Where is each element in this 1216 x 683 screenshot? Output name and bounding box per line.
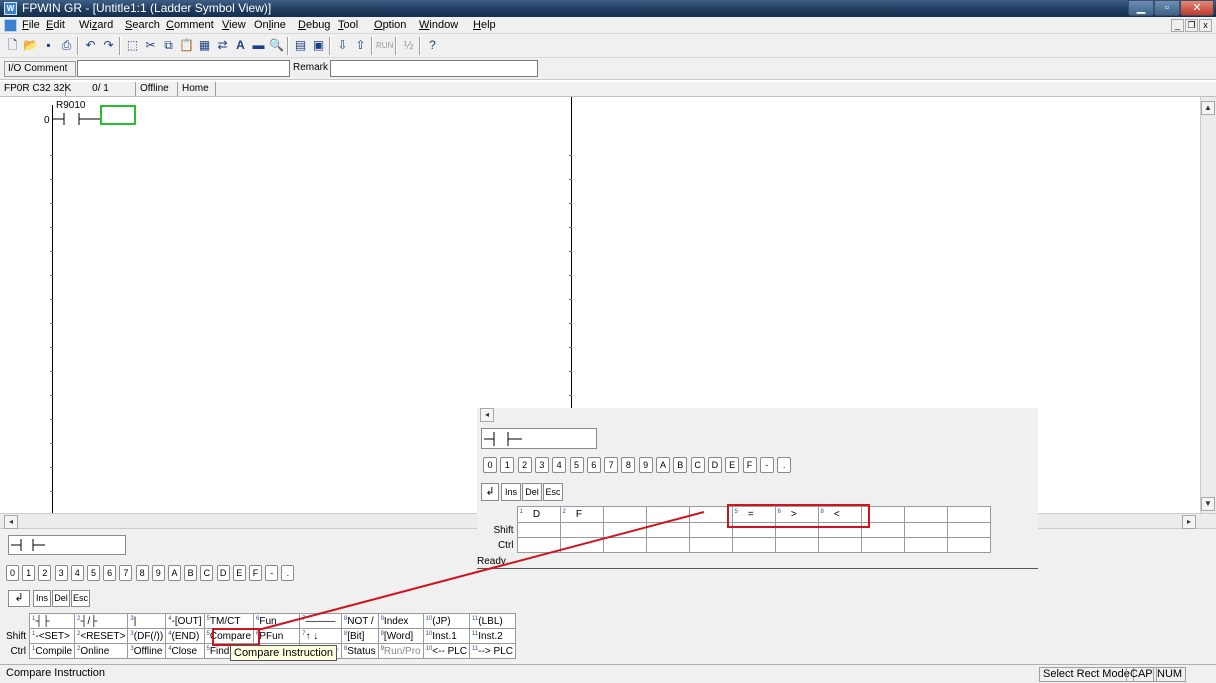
pointer-arrow-line [257,511,705,631]
status-bar: Compare Instruction Select Rect Mode CAP… [0,664,1216,683]
status-message: Compare Instruction [6,667,106,679]
select-mode-indicator: Select Rect Mode [1039,667,1134,682]
num-lock-indicator: NUM [1153,667,1187,682]
